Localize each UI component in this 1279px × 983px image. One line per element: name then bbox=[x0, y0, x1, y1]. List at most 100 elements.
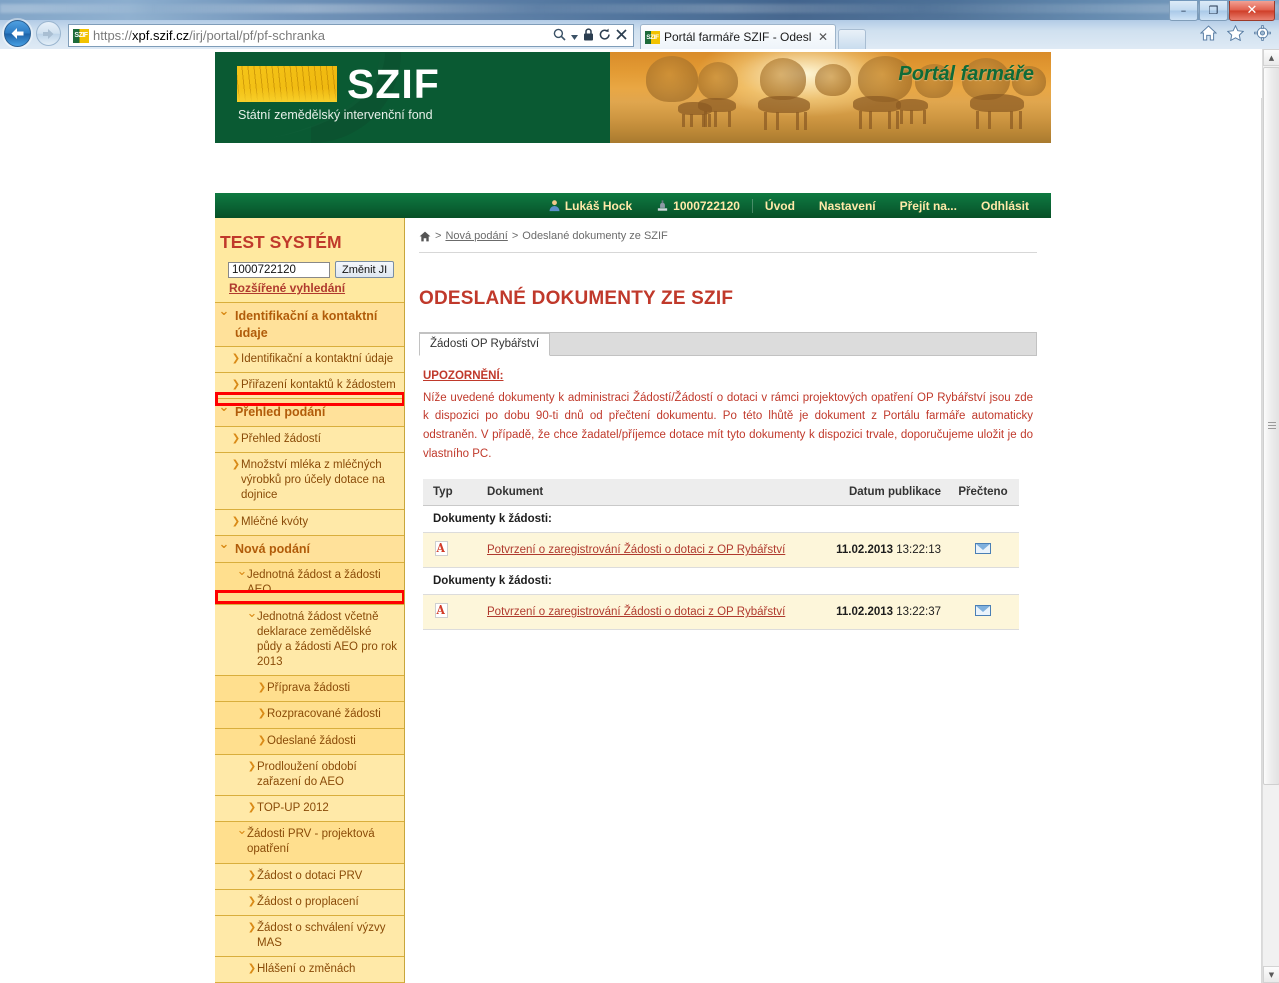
pdf-icon[interactable] bbox=[435, 603, 448, 619]
nav-item-prejit-na[interactable]: Přejít na... bbox=[888, 193, 969, 218]
scroll-down-arrow[interactable]: ▼ bbox=[1263, 966, 1279, 983]
sidebar-item-label: Jednotná žádost a žádosti AEO bbox=[247, 569, 381, 597]
sidebar-item-4[interactable]: ❯ Přehled žádostí bbox=[215, 426, 404, 454]
warning-body: Níže uvedené dokumenty k administraci Žá… bbox=[423, 391, 1033, 460]
scrollbar-thumb[interactable] bbox=[1263, 67, 1279, 785]
change-ji-button[interactable]: Změnit JI bbox=[335, 261, 395, 278]
tab-strip: Žádosti OP Rybářství bbox=[419, 331, 1037, 356]
sidebar-item-3[interactable]: ⌄ Přehled podání bbox=[215, 399, 404, 427]
tab-zadosti-op-rybarstvi[interactable]: Žádosti OP Rybářství bbox=[419, 332, 551, 356]
breadcrumb-link-nova-podani[interactable]: Nová podání bbox=[445, 230, 507, 242]
sidebar-item-9[interactable]: ⌄ Jednotná žádost včetně deklarace zemědě… bbox=[215, 604, 404, 677]
sidebar-item-17[interactable]: ❯ Žádost o proplacení bbox=[215, 889, 404, 916]
forward-button[interactable] bbox=[36, 21, 61, 46]
sidebar-item-label: Nová podání bbox=[235, 541, 311, 556]
pdf-icon[interactable] bbox=[435, 541, 448, 557]
page-title: ODESLANÉ DOKUMENTY ZE SZIF bbox=[419, 287, 734, 309]
settings-icon[interactable] bbox=[1254, 25, 1271, 41]
new-tab-button[interactable] bbox=[838, 29, 866, 49]
breadcrumb-sep-2: > bbox=[511, 230, 519, 242]
cell-document: Potvrzení o zaregistrování Žádosti o dot… bbox=[481, 532, 827, 569]
address-bar[interactable]: SZIF https://xpf.szif.cz/irj/portal/pf/p… bbox=[68, 24, 634, 47]
tab-title: Portál farmáře SZIF - Odesl... bbox=[664, 30, 811, 44]
sidebar-item-16[interactable]: ❯ Žádost o dotaci PRV bbox=[215, 863, 404, 890]
sidebar-item-0[interactable]: ⌄ Identifikační a kontaktní údaje bbox=[215, 303, 404, 347]
lock-icon bbox=[583, 27, 594, 44]
publish-date: 11.02.2013 bbox=[836, 606, 894, 619]
chevron-down-icon[interactable] bbox=[571, 28, 578, 43]
arrow-right-icon: ❯ bbox=[247, 760, 257, 772]
column-header-datum: Datum publikace bbox=[827, 479, 947, 507]
sidebar-item-12[interactable]: ❯ Odeslané žádosti bbox=[215, 728, 404, 755]
arrow-right-icon: ❯ bbox=[247, 963, 257, 975]
chevron-down-icon: ⌄ bbox=[218, 400, 230, 416]
cell-type bbox=[423, 594, 481, 631]
szif-logo-text: SZIF bbox=[347, 61, 440, 107]
refresh-icon[interactable] bbox=[599, 28, 611, 44]
sidebar-item-6[interactable]: ❯ Mléčné kvóty bbox=[215, 509, 404, 536]
back-button[interactable] bbox=[4, 20, 31, 47]
address-input[interactable]: https://xpf.szif.cz/irj/portal/pf/pf-sch… bbox=[93, 28, 553, 43]
sidebar-item-2[interactable]: ❯ Přiřazení kontaktů k žádostem bbox=[215, 373, 404, 400]
document-link[interactable]: Potvrzení o zaregistrování Žádosti o dot… bbox=[487, 606, 785, 618]
sidebar-item-7[interactable]: ⌄ Nová podání bbox=[215, 535, 404, 564]
stop-icon[interactable] bbox=[616, 28, 627, 43]
back-arrow-icon bbox=[11, 28, 24, 39]
sidebar-item-19[interactable]: ❯ Hlášení o změnách bbox=[215, 957, 404, 983]
breadcrumb-sep-1: > bbox=[435, 230, 442, 242]
minimize-button[interactable]: – bbox=[1169, 1, 1198, 21]
vertical-scrollbar[interactable]: ▲ ▼ bbox=[1262, 49, 1279, 983]
sidebar-item-13[interactable]: ❯ Prodloužení období zařazení do AEO bbox=[215, 754, 404, 797]
sidebar-item-18[interactable]: ❯ Žádost o schválení výzvy MAS bbox=[215, 915, 404, 958]
sidebar-item-14[interactable]: ❯ TOP-UP 2012 bbox=[215, 796, 404, 823]
home-icon[interactable] bbox=[419, 231, 431, 242]
nav-item-uvod[interactable]: Úvod bbox=[753, 193, 807, 218]
cell-type bbox=[423, 532, 481, 569]
nav-item-nastaveni[interactable]: Nastavení bbox=[807, 193, 888, 218]
home-icon[interactable] bbox=[1200, 25, 1217, 41]
sidebar-item-8[interactable]: ⌄ Jednotná žádost a žádosti AEO bbox=[215, 563, 404, 605]
arrow-right-icon: ❯ bbox=[231, 459, 241, 471]
nav-item-odhlasit[interactable]: Odhlásit bbox=[969, 193, 1041, 218]
sidebar-item-11[interactable]: ❯ Rozpracované žádosti bbox=[215, 702, 404, 729]
scroll-up-arrow[interactable]: ▲ bbox=[1263, 49, 1279, 66]
favorites-icon[interactable] bbox=[1227, 25, 1244, 41]
sidebar-item-1[interactable]: ❯ Identifikační a kontaktní údaje bbox=[215, 347, 404, 374]
arrow-right-icon: ❯ bbox=[257, 708, 267, 720]
sidebar-item-label: TOP-UP 2012 bbox=[257, 802, 329, 815]
envelope-icon[interactable] bbox=[975, 605, 991, 617]
sidebar-item-label: Přiřazení kontaktů k žádostem bbox=[241, 379, 396, 392]
sidebar-item-5[interactable]: ❯ Množství mléka z mléčných výrobků pro ú… bbox=[215, 453, 404, 510]
url-domain: xpf.szif.cz bbox=[132, 28, 190, 43]
sidebar: TEST SYSTÉM Změnit JI Rozšířené vyhledán… bbox=[215, 218, 405, 983]
publish-time: 13:22:37 bbox=[896, 606, 941, 619]
advanced-search-link[interactable]: Rozšířené vyhledání bbox=[215, 278, 404, 302]
publish-time: 13:22:13 bbox=[896, 544, 941, 557]
documents-table: Typ Dokument Datum publikace Přečteno Do… bbox=[423, 479, 1019, 631]
sidebar-item-15[interactable]: ⌄ Žádosti PRV - projektová opatření bbox=[215, 822, 404, 864]
envelope-icon[interactable] bbox=[975, 543, 991, 555]
browser-tab[interactable]: SZIF Portál farmáře SZIF - Odesl... ✕ bbox=[640, 24, 836, 49]
sidebar-menu: ⌄ Identifikační a kontaktní údaje ❯ Identif… bbox=[215, 302, 404, 983]
address-favicon: SZIF bbox=[73, 28, 89, 43]
chevron-down-icon: ⌄ bbox=[236, 823, 248, 839]
szif-logo-mark bbox=[237, 66, 337, 102]
sidebar-item-label: Prodloužení období zařazení do AEO bbox=[257, 760, 357, 788]
tab-close-icon[interactable]: ✕ bbox=[815, 30, 831, 44]
page-viewport: Portál farmáře SZIF Státní zemědělský in… bbox=[0, 49, 1279, 983]
sidebar-item-label: Odeslané žádosti bbox=[267, 734, 356, 747]
desktop-background bbox=[0, 0, 1279, 20]
search-icon[interactable] bbox=[553, 28, 566, 44]
arrow-right-icon: ❯ bbox=[247, 869, 257, 881]
close-button[interactable]: ✕ bbox=[1229, 1, 1275, 21]
table-header-row: Typ Dokument Datum publikace Přečteno bbox=[423, 479, 1019, 507]
tab-panel: UPOZORNĚNÍ: Níže uvedené dokumenty k adm… bbox=[419, 354, 1037, 631]
ji-input[interactable] bbox=[228, 261, 330, 278]
sidebar-item-label: Žádost o dotaci PRV bbox=[257, 869, 363, 882]
document-link[interactable]: Potvrzení o zaregistrování Žádosti o dot… bbox=[487, 544, 785, 556]
page-content: Portál farmáře SZIF Státní zemědělský in… bbox=[0, 49, 1262, 983]
sidebar-item-10[interactable]: ❯ Příprava žádosti bbox=[215, 676, 404, 703]
publish-date: 11.02.2013 bbox=[836, 544, 894, 557]
maximize-button[interactable]: ❐ bbox=[1199, 1, 1228, 21]
forward-arrow-icon bbox=[43, 28, 54, 39]
